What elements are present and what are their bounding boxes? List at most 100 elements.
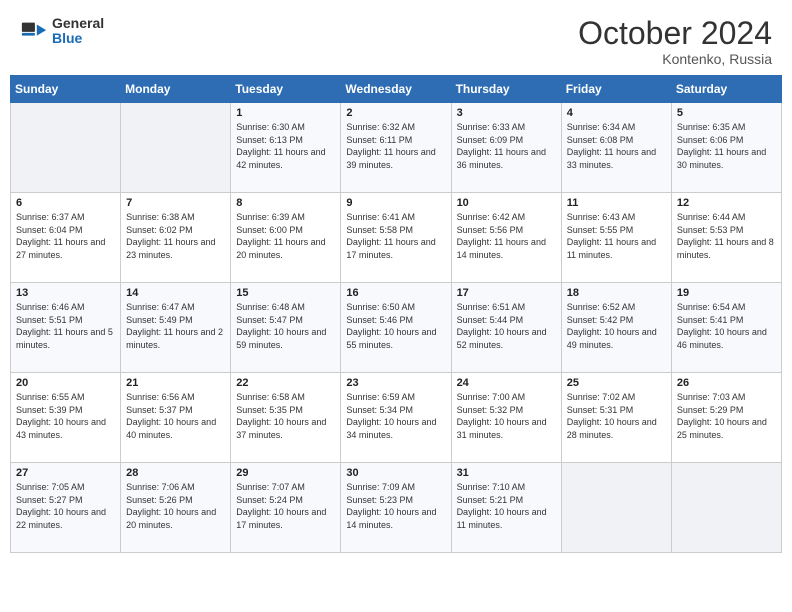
day-info: Sunrise: 6:38 AMSunset: 6:02 PMDaylight:…: [126, 211, 225, 261]
day-info: Sunrise: 6:33 AMSunset: 6:09 PMDaylight:…: [457, 121, 556, 171]
day-number: 22: [236, 377, 335, 389]
calendar-cell: 20 Sunrise: 6:55 AMSunset: 5:39 PMDayligh…: [11, 373, 121, 463]
calendar-cell: 26Sunrise: 7:03 AMSunset: 5:29 PMDayligh…: [671, 373, 781, 463]
calendar-cell: 8Sunrise: 6:39 AMSunset: 6:00 PMDaylight…: [231, 193, 341, 283]
day-number: 16: [346, 287, 445, 299]
calendar-cell: [11, 103, 121, 193]
day-number: 18: [567, 287, 666, 299]
calendar-cell: 15 Sunrise: 6:48 AMSunset: 5:47 PMDayligh…: [231, 283, 341, 373]
day-info: Sunrise: 7:05 AMSunset: 5:27 PMDaylight:…: [16, 481, 115, 531]
header-day-monday: Monday: [121, 76, 231, 103]
day-number: 26: [677, 377, 776, 389]
calendar-cell: 10Sunrise: 6:42 AMSunset: 5:56 PMDayligh…: [451, 193, 561, 283]
day-info: Sunrise: 6:37 AMSunset: 6:04 PMDaylight:…: [16, 211, 115, 261]
week-row-3: 13 Sunrise: 6:46 AMSunset: 5:51 PMDayligh…: [11, 283, 782, 373]
calendar-cell: 12 Sunrise: 6:44 AMSunset: 5:53 PMDayligh…: [671, 193, 781, 283]
day-number: 2: [346, 107, 445, 119]
day-info: Sunrise: 7:09 AMSunset: 5:23 PMDaylight:…: [346, 481, 445, 531]
week-row-2: 6 Sunrise: 6:37 AMSunset: 6:04 PMDaylight…: [11, 193, 782, 283]
week-row-1: 1 Sunrise: 6:30 AMSunset: 6:13 PMDaylight…: [11, 103, 782, 193]
logo: General Blue: [20, 16, 104, 47]
header-day-sunday: Sunday: [11, 76, 121, 103]
day-info: Sunrise: 6:50 AMSunset: 5:46 PMDaylight:…: [346, 301, 445, 351]
day-number: 13: [16, 287, 115, 299]
calendar-cell: 22 Sunrise: 6:58 AMSunset: 5:35 PMDayligh…: [231, 373, 341, 463]
day-number: 11: [567, 197, 666, 209]
logo-text: General Blue: [52, 16, 104, 47]
header-day-saturday: Saturday: [671, 76, 781, 103]
day-info: Sunrise: 6:51 AMSunset: 5:44 PMDaylight:…: [457, 301, 556, 351]
day-number: 1: [236, 107, 335, 119]
header-day-thursday: Thursday: [451, 76, 561, 103]
calendar-cell: 24 Sunrise: 7:00 AMSunset: 5:32 PMDayligh…: [451, 373, 561, 463]
calendar-cell: 7 Sunrise: 6:38 AMSunset: 6:02 PMDaylight…: [121, 193, 231, 283]
logo-general: General: [52, 16, 104, 31]
day-info: Sunrise: 6:41 AMSunset: 5:58 PMDaylight:…: [346, 211, 445, 261]
calendar-cell: 9Sunrise: 6:41 AMSunset: 5:58 PMDaylight…: [341, 193, 451, 283]
day-number: 24: [457, 377, 556, 389]
day-number: 7: [126, 197, 225, 209]
day-info: Sunrise: 6:54 AMSunset: 5:41 PMDaylight:…: [677, 301, 776, 351]
week-row-4: 20 Sunrise: 6:55 AMSunset: 5:39 PMDayligh…: [11, 373, 782, 463]
day-info: Sunrise: 7:00 AMSunset: 5:32 PMDaylight:…: [457, 391, 556, 441]
day-number: 31: [457, 467, 556, 479]
day-number: 30: [346, 467, 445, 479]
header-day-wednesday: Wednesday: [341, 76, 451, 103]
week-row-5: 27 Sunrise: 7:05 AMSunset: 5:27 PMDayligh…: [11, 463, 782, 553]
day-info: Sunrise: 7:10 AMSunset: 5:21 PMDaylight:…: [457, 481, 556, 531]
month-title: October 2024: [578, 16, 772, 51]
day-number: 6: [16, 197, 115, 209]
day-number: 5: [677, 107, 776, 119]
day-info: Sunrise: 6:46 AMSunset: 5:51 PMDaylight:…: [16, 301, 115, 351]
calendar-table: SundayMondayTuesdayWednesdayThursdayFrid…: [10, 75, 782, 553]
calendar-cell: 11Sunrise: 6:43 AMSunset: 5:55 PMDayligh…: [561, 193, 671, 283]
calendar-cell: 17Sunrise: 6:51 AMSunset: 5:44 PMDayligh…: [451, 283, 561, 373]
day-number: 3: [457, 107, 556, 119]
calendar-cell: 21Sunrise: 6:56 AMSunset: 5:37 PMDayligh…: [121, 373, 231, 463]
day-info: Sunrise: 7:06 AMSunset: 5:26 PMDaylight:…: [126, 481, 225, 531]
day-info: Sunrise: 6:52 AMSunset: 5:42 PMDaylight:…: [567, 301, 666, 351]
day-info: Sunrise: 6:47 AMSunset: 5:49 PMDaylight:…: [126, 301, 225, 351]
calendar-cell: 13 Sunrise: 6:46 AMSunset: 5:51 PMDayligh…: [11, 283, 121, 373]
calendar-cell: 23Sunrise: 6:59 AMSunset: 5:34 PMDayligh…: [341, 373, 451, 463]
calendar-cell: 28 Sunrise: 7:06 AMSunset: 5:26 PMDayligh…: [121, 463, 231, 553]
day-info: Sunrise: 6:58 AMSunset: 5:35 PMDaylight:…: [236, 391, 335, 441]
calendar-cell: 29Sunrise: 7:07 AMSunset: 5:24 PMDayligh…: [231, 463, 341, 553]
day-number: 4: [567, 107, 666, 119]
day-number: 27: [16, 467, 115, 479]
calendar-cell: 27 Sunrise: 7:05 AMSunset: 5:27 PMDayligh…: [11, 463, 121, 553]
calendar-header: SundayMondayTuesdayWednesdayThursdayFrid…: [11, 76, 782, 103]
calendar-cell: 19Sunrise: 6:54 AMSunset: 5:41 PMDayligh…: [671, 283, 781, 373]
calendar-cell: 14Sunrise: 6:47 AMSunset: 5:49 PMDayligh…: [121, 283, 231, 373]
calendar-cell: 18 Sunrise: 6:52 AMSunset: 5:42 PMDayligh…: [561, 283, 671, 373]
day-number: 20: [16, 377, 115, 389]
day-number: 10: [457, 197, 556, 209]
logo-blue: Blue: [52, 31, 104, 46]
day-info: Sunrise: 6:48 AMSunset: 5:47 PMDaylight:…: [236, 301, 335, 351]
calendar-cell: 16 Sunrise: 6:50 AMSunset: 5:46 PMDayligh…: [341, 283, 451, 373]
title-block: October 2024 Kontenko, Russia: [578, 16, 772, 67]
location: Kontenko, Russia: [578, 51, 772, 67]
day-info: Sunrise: 7:07 AMSunset: 5:24 PMDaylight:…: [236, 481, 335, 531]
header-day-tuesday: Tuesday: [231, 76, 341, 103]
calendar-cell: 5 Sunrise: 6:35 AMSunset: 6:06 PMDaylight…: [671, 103, 781, 193]
day-info: Sunrise: 6:32 AMSunset: 6:11 PMDaylight:…: [346, 121, 445, 171]
day-number: 25: [567, 377, 666, 389]
day-info: Sunrise: 6:39 AMSunset: 6:00 PMDaylight:…: [236, 211, 335, 261]
day-info: Sunrise: 6:55 AMSunset: 5:39 PMDaylight:…: [16, 391, 115, 441]
day-info: Sunrise: 6:35 AMSunset: 6:06 PMDaylight:…: [677, 121, 776, 171]
logo-icon: [20, 17, 48, 45]
calendar-cell: 30 Sunrise: 7:09 AMSunset: 5:23 PMDayligh…: [341, 463, 451, 553]
calendar-cell: 6 Sunrise: 6:37 AMSunset: 6:04 PMDaylight…: [11, 193, 121, 283]
calendar-cell: [121, 103, 231, 193]
day-number: 12: [677, 197, 776, 209]
day-info: Sunrise: 6:59 AMSunset: 5:34 PMDaylight:…: [346, 391, 445, 441]
calendar-cell: 4Sunrise: 6:34 AMSunset: 6:08 PMDaylight…: [561, 103, 671, 193]
day-info: Sunrise: 6:44 AMSunset: 5:53 PMDaylight:…: [677, 211, 776, 261]
calendar-cell: 3 Sunrise: 6:33 AMSunset: 6:09 PMDaylight…: [451, 103, 561, 193]
calendar-page: General Blue October 2024 Kontenko, Russ…: [0, 0, 792, 612]
day-number: 28: [126, 467, 225, 479]
day-info: Sunrise: 6:30 AMSunset: 6:13 PMDaylight:…: [236, 121, 335, 171]
day-number: 15: [236, 287, 335, 299]
calendar-cell: 31 Sunrise: 7:10 AMSunset: 5:21 PMDayligh…: [451, 463, 561, 553]
